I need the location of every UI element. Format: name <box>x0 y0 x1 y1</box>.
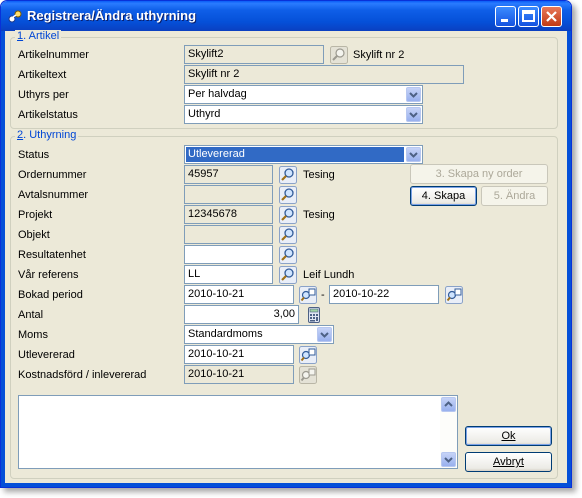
antal-calculator-button[interactable] <box>305 306 323 324</box>
close-icon <box>546 11 557 22</box>
notes-textarea[interactable] <box>18 395 458 469</box>
uthyrs-per-label: Uthyrs per <box>18 89 69 101</box>
magnifier-disabled-icon <box>330 46 348 64</box>
search-icon <box>279 246 297 264</box>
uthyrning-group-legend: 2. Uthyrning <box>15 129 79 141</box>
calculator-icon <box>308 307 320 323</box>
artikeltext-field: Skylift nr 2 <box>184 65 464 84</box>
objekt-label: Objekt <box>18 229 50 241</box>
status-value: Utlevererad <box>185 146 405 163</box>
app-icon <box>8 10 22 23</box>
avtalsnummer-search-button[interactable] <box>279 186 297 204</box>
artikel-group-legend: 1. Artikel <box>15 30 62 42</box>
ordernummer-description: Tesing <box>303 169 335 181</box>
window-title: Registrera/Ändra uthyrning <box>27 8 197 23</box>
var-referens-search-button[interactable] <box>279 266 297 284</box>
utlevererad-calendar-button[interactable] <box>299 346 317 364</box>
artikelstatus-label: Artikelstatus <box>18 109 78 121</box>
artikel-lookup-button <box>330 46 348 64</box>
scroll-down-icon[interactable] <box>441 452 456 467</box>
search-icon <box>279 166 297 184</box>
status-select[interactable]: Utlevererad <box>184 145 423 164</box>
bokad-from-field[interactable]: 2010-10-21 <box>184 285 294 304</box>
var-referens-description: Leif Lundh <box>303 269 355 281</box>
minimize-button[interactable] <box>495 6 516 27</box>
resultatenhet-search-button[interactable] <box>279 246 297 264</box>
var-referens-field[interactable]: LL <box>184 265 273 284</box>
ordernummer-search-button[interactable] <box>279 166 297 184</box>
artikelstatus-select[interactable]: Uthyrd <box>184 105 423 124</box>
calendar-icon <box>299 286 317 304</box>
moms-select[interactable]: Standardmoms <box>184 325 334 344</box>
notes-scrollbar[interactable] <box>440 396 457 468</box>
kostnadsford-field: 2010-10-21 <box>184 365 294 384</box>
search-icon <box>279 206 297 224</box>
bokad-to-calendar-button[interactable] <box>445 286 463 304</box>
dialog-window: Registrera/Ändra uthyrning 1. Artikel Ar… <box>0 0 572 488</box>
artikelstatus-value: Uthyrd <box>188 108 221 120</box>
close-button[interactable] <box>541 6 562 27</box>
projekt-description: Tesing <box>303 209 335 221</box>
antal-label: Antal <box>18 309 44 321</box>
chevron-down-icon[interactable] <box>406 107 421 122</box>
uthyrs-per-value: Per halvdag <box>188 88 247 100</box>
artikeltext-label: Artikeltext <box>18 69 67 81</box>
ok-button[interactable]: Ok <box>465 426 552 446</box>
moms-label: Moms <box>18 329 48 341</box>
objekt-field <box>184 225 273 244</box>
avbryt-button-label: Avbryt <box>493 456 524 468</box>
avtalsnummer-label: Avtalsnummer <box>18 189 89 201</box>
calendar-icon <box>299 346 317 364</box>
antal-field[interactable]: 3,00 <box>184 305 299 324</box>
artikelnummer-field: Skylift2 <box>184 45 324 64</box>
bokad-period-separator: - <box>321 289 325 301</box>
window-border-right <box>567 31 571 487</box>
uthyrs-per-select[interactable]: Per halvdag <box>184 85 423 104</box>
projekt-field: 12345678 <box>184 205 273 224</box>
avbryt-button[interactable]: Avbryt <box>465 452 552 472</box>
chevron-down-icon[interactable] <box>406 147 421 162</box>
ordernummer-label: Ordernummer <box>18 169 87 181</box>
chevron-down-icon[interactable] <box>406 87 421 102</box>
title-bar[interactable]: Registrera/Ändra uthyrning <box>1 1 571 31</box>
ordernummer-field: 45957 <box>184 165 273 184</box>
utlevererad-field[interactable]: 2010-10-21 <box>184 345 294 364</box>
calendar-disabled-icon <box>299 366 317 384</box>
minimize-icon <box>501 19 508 22</box>
bokad-to-field[interactable]: 2010-10-22 <box>329 285 439 304</box>
window-border-left <box>1 31 5 487</box>
bokad-from-calendar-button[interactable] <box>299 286 317 304</box>
kostnadsford-calendar-button <box>299 366 317 384</box>
skapa-ny-order-button[interactable]: 3. Skapa ny order <box>410 164 548 184</box>
moms-value: Standardmoms <box>188 328 263 340</box>
projekt-label: Projekt <box>18 209 53 221</box>
resultatenhet-field[interactable] <box>184 245 273 264</box>
projekt-search-button[interactable] <box>279 206 297 224</box>
search-icon <box>279 266 297 284</box>
ok-button-label: Ok <box>501 430 516 442</box>
status-label: Status <box>18 149 50 161</box>
maximize-icon <box>522 10 535 22</box>
skapa-button[interactable]: 4. Skapa <box>410 186 477 206</box>
utlevererad-label: Utlevererad <box>18 349 75 361</box>
search-icon <box>279 186 297 204</box>
bokad-period-label: Bokad period <box>18 289 83 301</box>
calendar-icon <box>445 286 463 304</box>
kostnadsford-label: Kostnadsförd / inlevererad <box>18 369 147 381</box>
scroll-up-icon[interactable] <box>441 397 456 412</box>
search-icon <box>279 226 297 244</box>
resultatenhet-label: Resultatenhet <box>18 249 86 261</box>
var-referens-label: Vår referens <box>18 269 79 281</box>
artikelnummer-description: Skylift nr 2 <box>353 49 405 61</box>
maximize-button[interactable] <box>518 6 539 27</box>
objekt-search-button[interactable] <box>279 226 297 244</box>
window-border-bottom <box>1 483 571 487</box>
chevron-down-icon[interactable] <box>317 327 332 342</box>
artikelnummer-label: Artikelnummer <box>18 49 89 61</box>
avtalsnummer-field <box>184 185 273 204</box>
andra-button[interactable]: 5. Ändra <box>481 186 548 206</box>
